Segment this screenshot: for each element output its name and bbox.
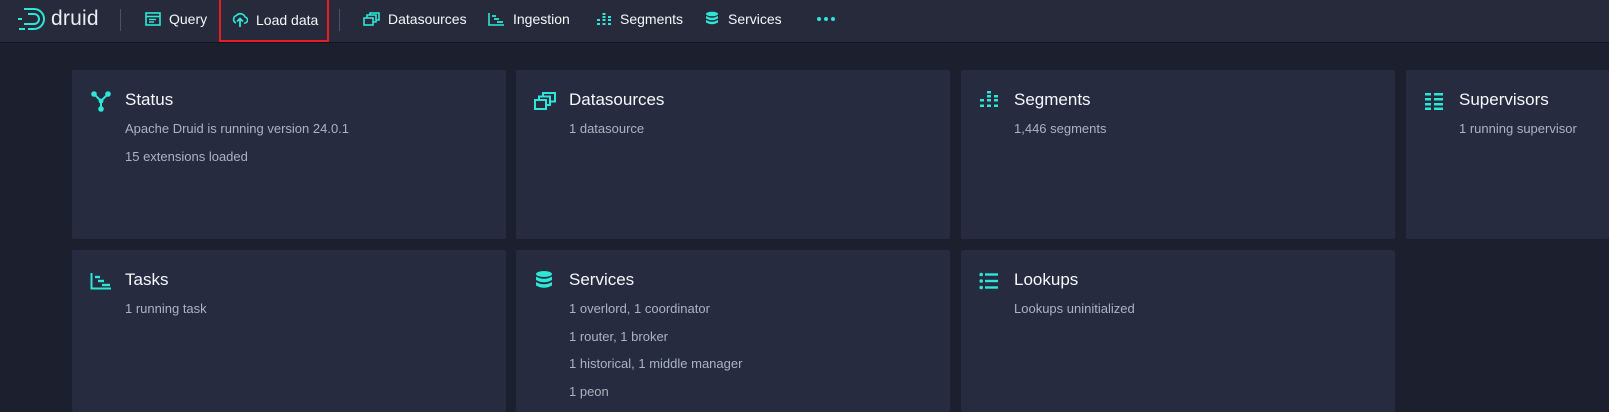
- card-line: 1 datasource: [569, 121, 645, 136]
- card-line: 1 overlord, 1 coordinator: [569, 301, 710, 316]
- card-line: Lookups uninitialized: [1014, 301, 1135, 316]
- segments-icon: [980, 91, 998, 107]
- database-icon: [536, 271, 552, 288]
- more-menu-button[interactable]: [816, 9, 836, 34]
- nav-ingestion-label: Ingestion: [513, 11, 570, 27]
- status-icon: [91, 91, 111, 112]
- card-title: Tasks: [125, 270, 169, 289]
- query-icon: [145, 12, 161, 26]
- more-icon: [817, 17, 835, 21]
- druid-logo[interactable]: druid: [16, 6, 99, 32]
- card-line: 1,446 segments: [1014, 121, 1107, 136]
- supervisors-icon: [1425, 93, 1443, 110]
- nav-divider: [120, 9, 121, 31]
- supervisors-card[interactable]: Supervisors 1 running supervisor: [1406, 70, 1609, 239]
- tasks-icon: [90, 273, 111, 290]
- tasks-card[interactable]: Tasks 1 running task: [72, 250, 506, 412]
- nav-datasources[interactable]: Datasources: [363, 4, 467, 34]
- segments-card[interactable]: Segments 1,446 segments: [961, 70, 1395, 239]
- lookups-card[interactable]: Lookups Lookups uninitialized: [961, 250, 1395, 412]
- card-line: 1 router, 1 broker: [569, 329, 668, 344]
- nav-load-data[interactable]: Load data: [219, 0, 329, 42]
- ingestion-icon: [488, 13, 504, 26]
- nav-segments-label: Segments: [620, 11, 684, 27]
- card-title: Datasources: [569, 90, 665, 109]
- status-card[interactable]: Status Apache Druid is running version 2…: [72, 70, 506, 239]
- datasources-icon: [534, 92, 556, 110]
- datasources-card[interactable]: Datasources 1 datasource: [516, 70, 950, 239]
- nav-query[interactable]: Query: [145, 4, 207, 34]
- card-title: Supervisors: [1459, 90, 1549, 109]
- segments-icon: [597, 13, 611, 25]
- card-line: 1 peon: [569, 384, 609, 399]
- nav-segments[interactable]: Segments: [596, 4, 683, 34]
- card-line: 1 historical, 1 middle manager: [569, 356, 743, 371]
- druid-logo-icon: [18, 8, 45, 30]
- nav-services-label: Services: [728, 11, 782, 27]
- card-title: Status: [125, 90, 174, 109]
- upload-icon: [232, 12, 248, 27]
- top-navbar: druid Query Load data Datasources Ingest…: [0, 0, 1609, 42]
- logo-text: druid: [51, 7, 99, 30]
- card-title: Segments: [1014, 90, 1091, 109]
- nav-ingestion[interactable]: Ingestion: [488, 4, 570, 34]
- services-card[interactable]: Services 1 overlord, 1 coordinator 1 rou…: [516, 250, 950, 412]
- nav-query-label: Query: [169, 11, 208, 27]
- nav-load-data-label: Load data: [256, 11, 319, 28]
- nav-services[interactable]: Services: [704, 4, 782, 34]
- datasources-icon: [363, 12, 380, 26]
- card-line: 1 running supervisor: [1459, 121, 1577, 136]
- nav-datasources-label: Datasources: [388, 11, 467, 27]
- card-title: Lookups: [1014, 270, 1079, 289]
- card-line: 1 running task: [125, 301, 207, 316]
- database-icon: [706, 11, 718, 25]
- lookups-icon: [979, 272, 998, 290]
- card-title: Services: [569, 270, 635, 289]
- card-line: Apache Druid is running version 24.0.1: [125, 121, 350, 136]
- nav-divider: [339, 9, 340, 31]
- card-line: 15 extensions loaded: [125, 149, 248, 164]
